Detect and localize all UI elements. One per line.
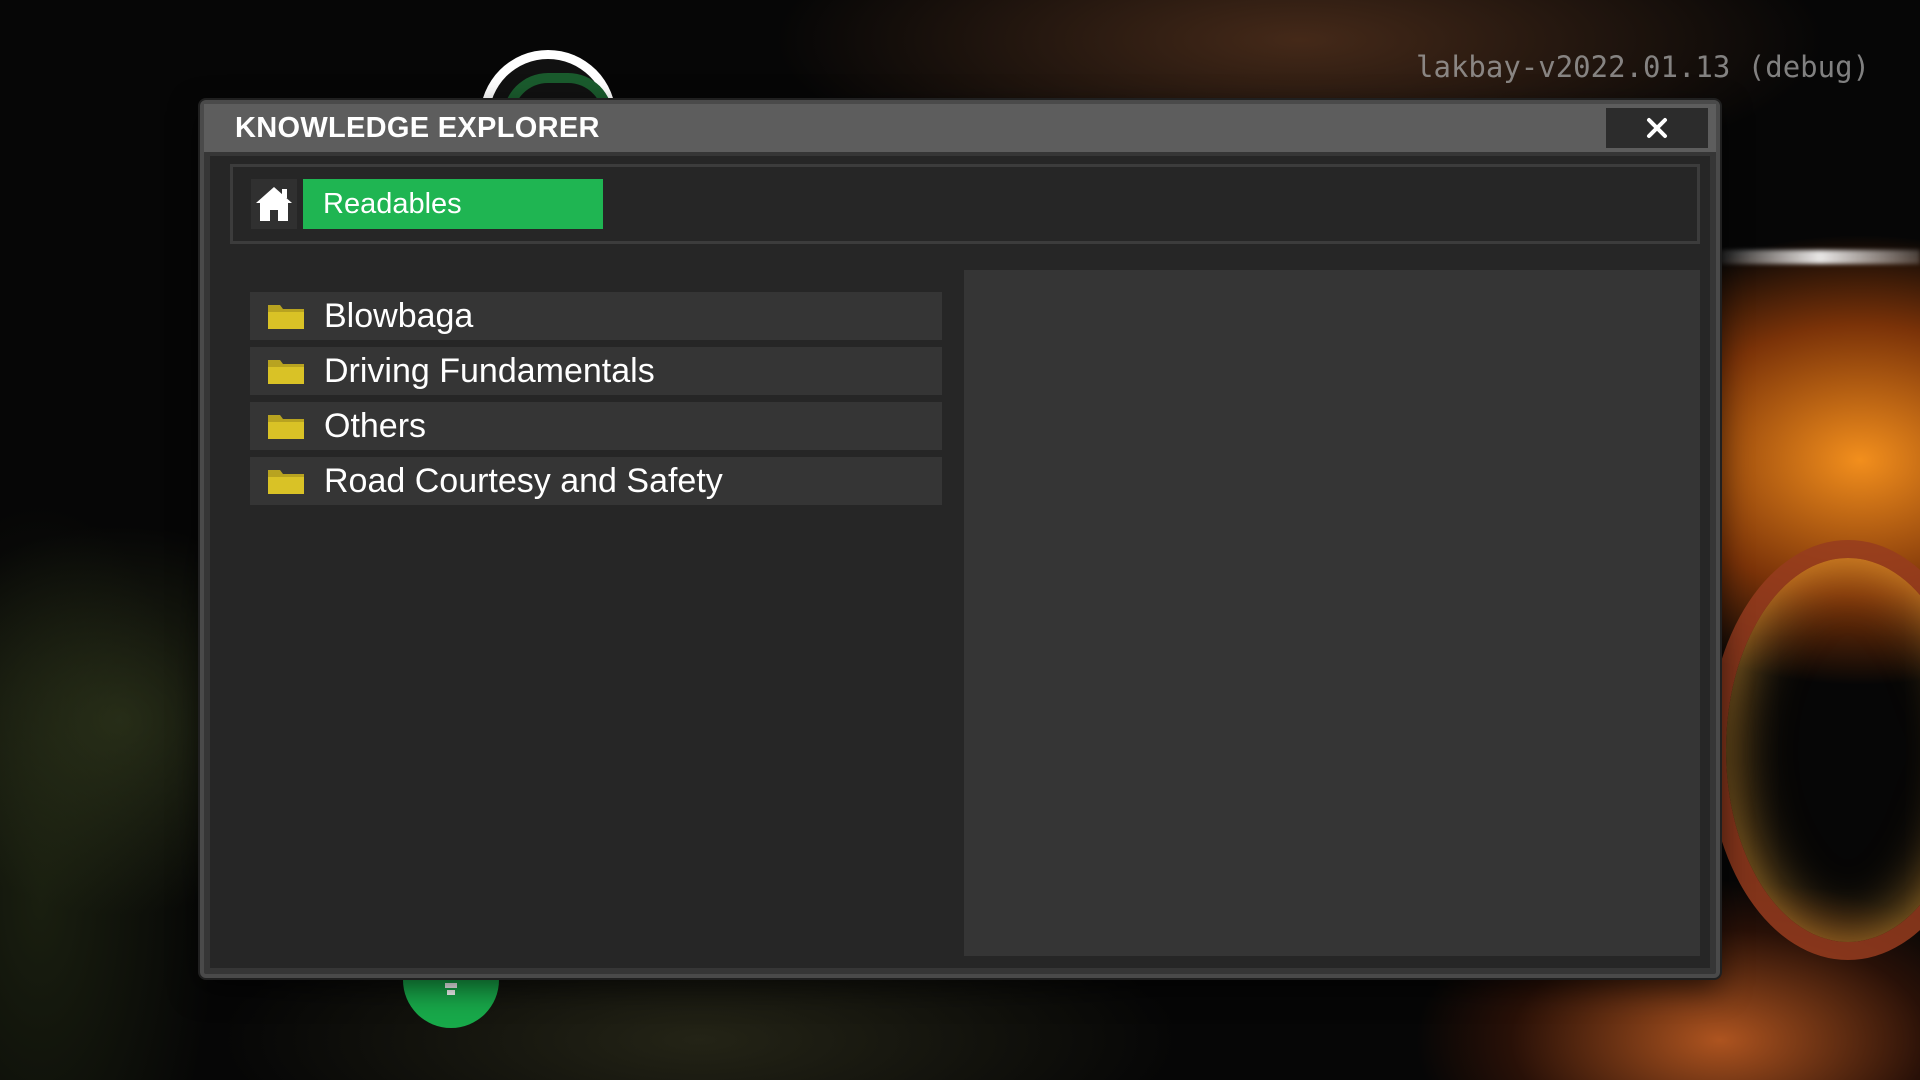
folder-icon — [268, 305, 304, 329]
knowledge-explorer-dialog: KNOWLEDGE EXPLORER Readables Blowbaga Dr… — [200, 100, 1720, 978]
folder-label: Driving Fundamentals — [324, 351, 655, 390]
close-button[interactable] — [1606, 108, 1708, 148]
folder-icon — [268, 415, 304, 439]
version-label: lakbay-v2022.01.13 (debug) — [1416, 50, 1870, 84]
breadcrumb-bar: Readables — [230, 164, 1700, 244]
folder-icon — [268, 470, 304, 494]
breadcrumb-readables[interactable]: Readables — [303, 179, 603, 229]
folder-item-driving-fundamentals[interactable]: Driving Fundamentals — [250, 347, 942, 395]
folder-item-blowbaga[interactable]: Blowbaga — [250, 292, 942, 340]
dialog-body: Readables Blowbaga Driving Fundamentals — [210, 156, 1710, 968]
home-icon — [256, 187, 292, 221]
folder-item-road-courtesy-and-safety[interactable]: Road Courtesy and Safety — [250, 457, 942, 505]
background-light-strip — [1720, 250, 1920, 264]
dialog-titlebar: KNOWLEDGE EXPLORER — [204, 104, 1716, 152]
dialog-title: KNOWLEDGE EXPLORER — [235, 112, 600, 144]
folder-list-panel: Blowbaga Driving Fundamentals Others Roa… — [230, 270, 960, 956]
home-button[interactable] — [251, 179, 297, 229]
folder-label: Others — [324, 406, 427, 445]
close-icon — [1647, 118, 1667, 138]
folder-label: Blowbaga — [324, 296, 474, 335]
folder-item-others[interactable]: Others — [250, 402, 942, 450]
folder-list: Blowbaga Driving Fundamentals Others Roa… — [250, 292, 942, 512]
content-preview-panel — [964, 270, 1700, 956]
folder-label: Road Courtesy and Safety — [324, 461, 723, 500]
folder-icon — [268, 360, 304, 384]
